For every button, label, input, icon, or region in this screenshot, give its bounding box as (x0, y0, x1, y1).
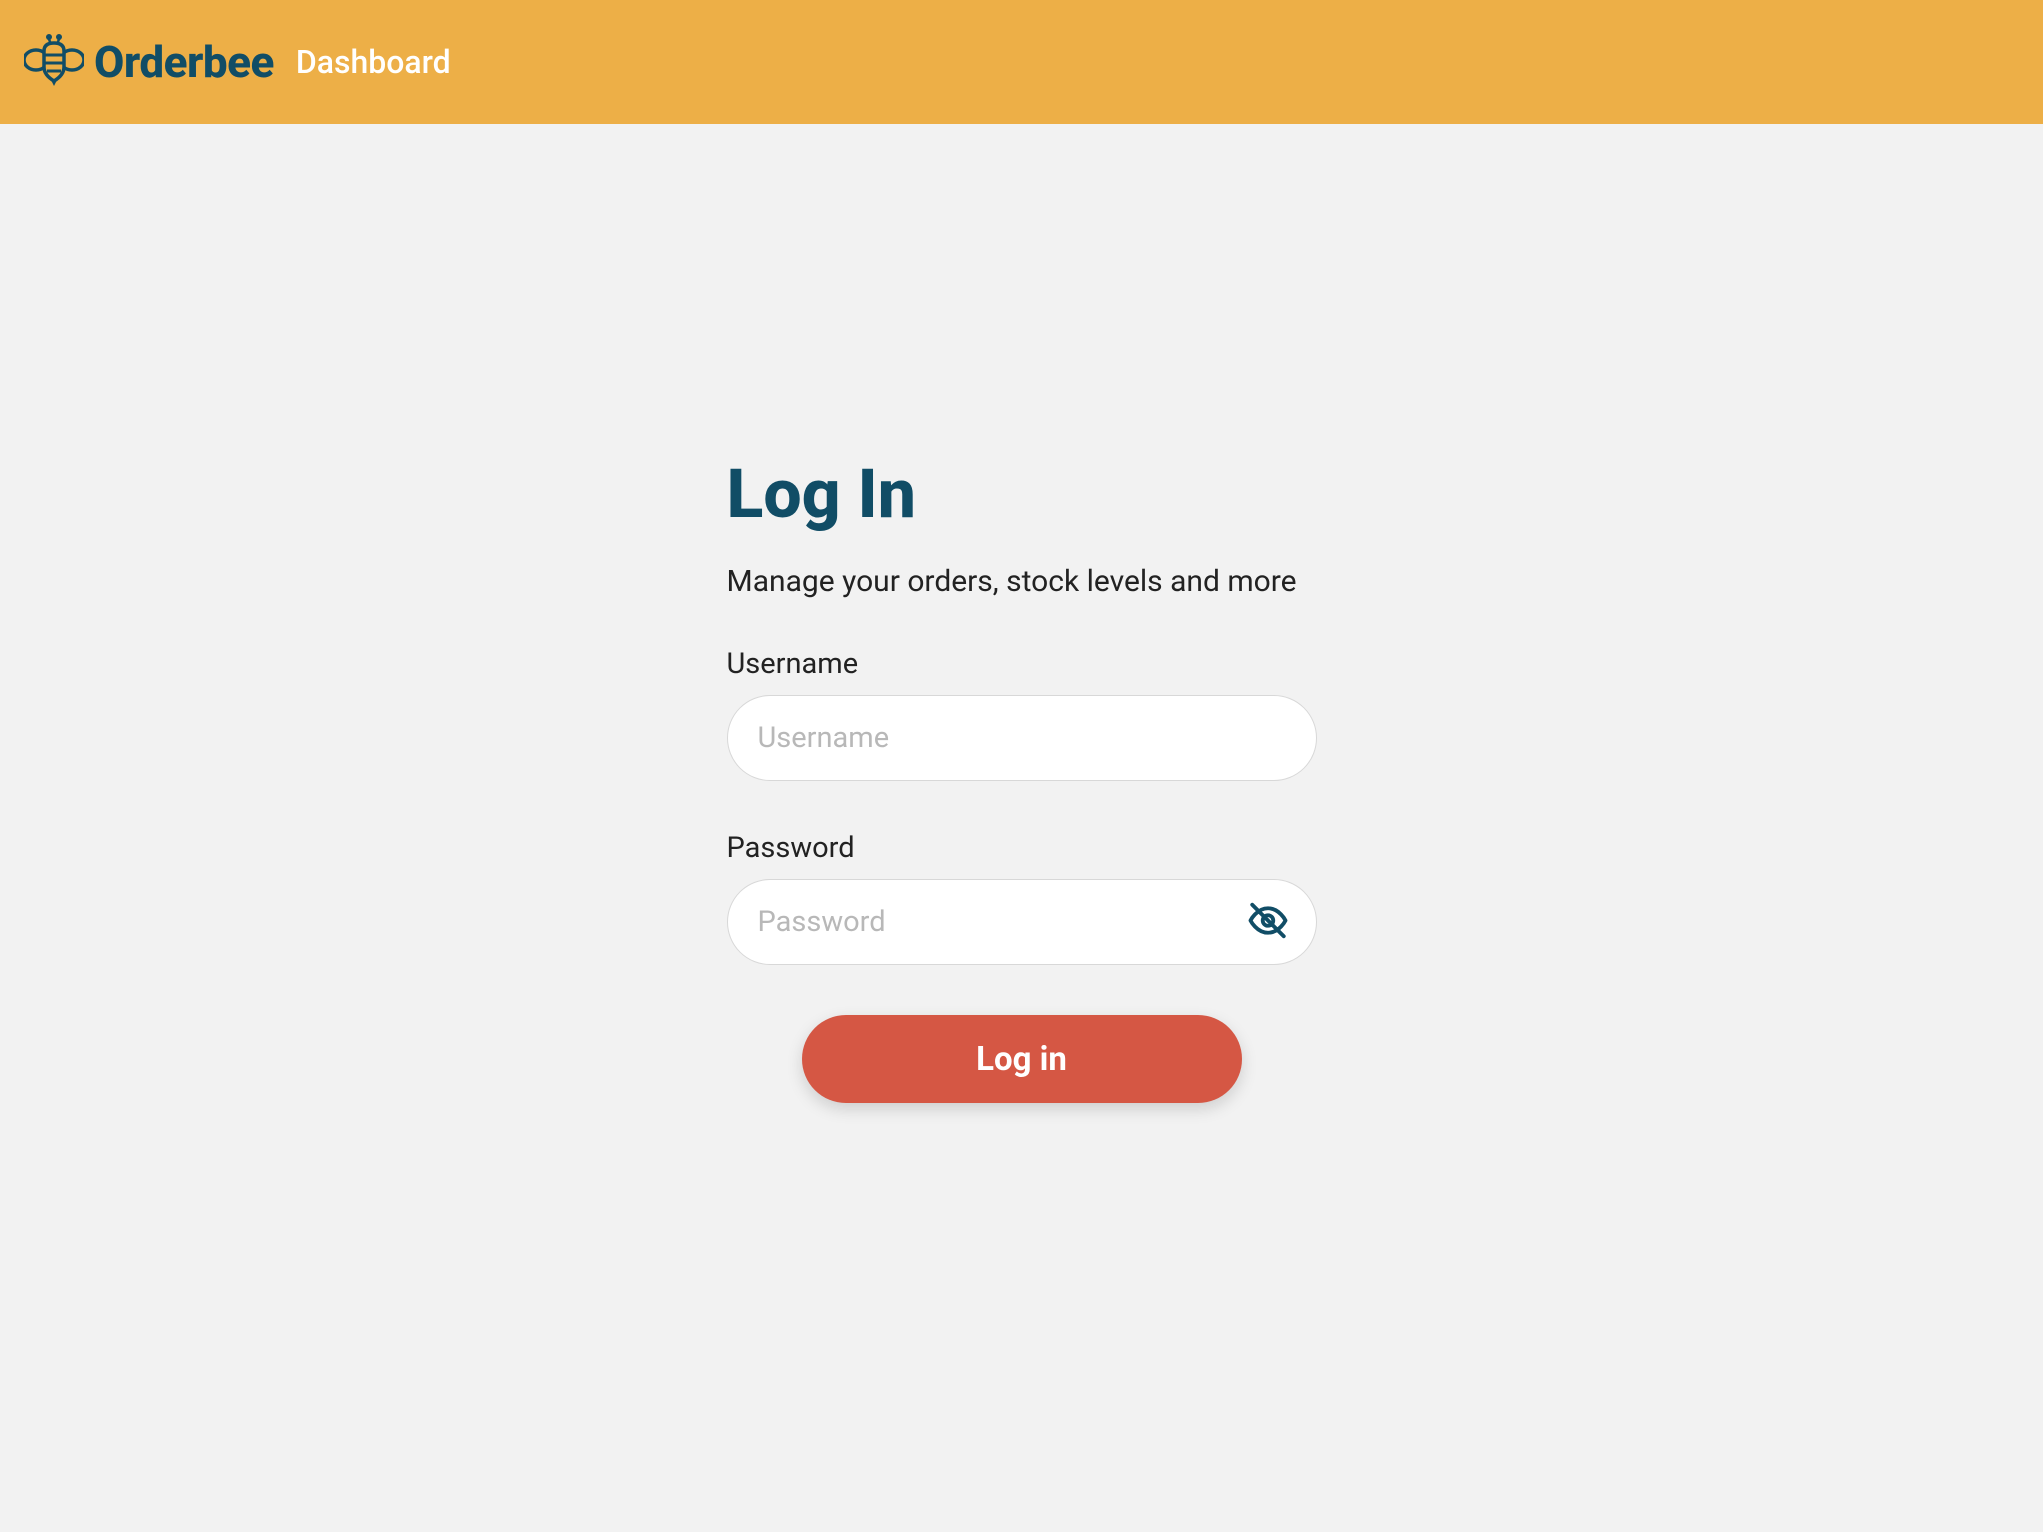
page-subtitle: Manage your orders, stock levels and mor… (727, 564, 1317, 599)
password-input[interactable] (727, 879, 1317, 965)
bee-icon (24, 33, 84, 91)
login-form: Log In Manage your orders, stock levels … (727, 454, 1317, 1103)
password-label: Password (727, 831, 1317, 865)
logo-container: Orderbee Dashboard (24, 33, 451, 91)
header-subtitle: Dashboard (296, 43, 451, 81)
username-input-wrapper (727, 695, 1317, 781)
username-input[interactable] (727, 695, 1317, 781)
password-field-group: Password (727, 831, 1317, 965)
app-header: Orderbee Dashboard (0, 0, 2043, 124)
toggle-password-visibility-button[interactable] (1247, 900, 1289, 945)
page-title: Log In (727, 454, 1317, 534)
login-button[interactable]: Log in (802, 1015, 1242, 1103)
username-field-group: Username (727, 647, 1317, 781)
main-content: Log In Manage your orders, stock levels … (0, 124, 2043, 1103)
password-input-wrapper (727, 879, 1317, 965)
username-label: Username (727, 647, 1317, 681)
brand-name: Orderbee (94, 36, 274, 88)
eye-off-icon (1247, 900, 1289, 945)
